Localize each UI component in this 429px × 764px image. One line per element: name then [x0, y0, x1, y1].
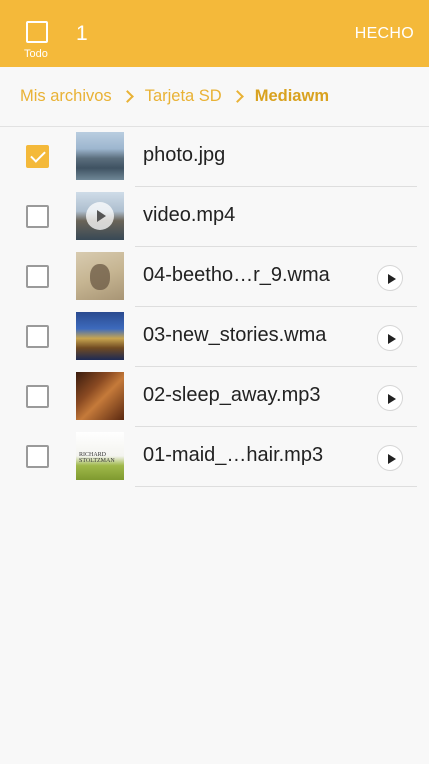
file-name: 04-beetho…r_9.wma [143, 264, 330, 286]
checkbox-icon [26, 21, 48, 43]
row-checkbox[interactable] [26, 265, 49, 288]
file-row[interactable]: 04-beetho…r_9.wma [0, 247, 429, 307]
file-list: photo.jpg video.mp4 04-beetho…r_9.wma 03… [0, 127, 429, 487]
done-button[interactable]: HECHO [355, 25, 414, 43]
select-all-label: Todo [24, 48, 48, 60]
file-row[interactable]: RICHARD STOLTZMAN 01-maid_…hair.mp3 [0, 427, 429, 487]
album-art-thumbnail [76, 372, 124, 420]
portrait-shape [90, 264, 110, 290]
play-overlay-icon [86, 202, 114, 230]
album-art-thumbnail [76, 252, 124, 300]
chevron-right-icon [120, 90, 134, 103]
file-name: 03-new_stories.wma [143, 324, 327, 346]
breadcrumb-my-files[interactable]: Mis archivos [20, 87, 112, 106]
row-checkbox[interactable] [26, 205, 49, 228]
row-divider [135, 486, 417, 487]
row-checkbox[interactable] [26, 145, 49, 168]
file-row[interactable]: 03-new_stories.wma [0, 307, 429, 367]
play-button[interactable] [377, 325, 403, 351]
file-name: video.mp4 [143, 204, 236, 226]
file-name: 02-sleep_away.mp3 [143, 384, 321, 406]
file-name: photo.jpg [143, 144, 226, 166]
file-row[interactable]: photo.jpg [0, 127, 429, 187]
breadcrumb-sd-card[interactable]: Tarjeta SD [145, 87, 222, 106]
breadcrumb-current-folder: Mediawm [254, 87, 329, 105]
album-art-text: RICHARD STOLTZMAN [79, 452, 115, 464]
file-name: 01-maid_…hair.mp3 [143, 444, 324, 466]
play-button[interactable] [377, 445, 403, 471]
video-thumbnail [76, 192, 124, 240]
selection-toolbar: Todo 1 HECHO [0, 0, 429, 67]
file-row[interactable]: 02-sleep_away.mp3 [0, 367, 429, 427]
play-button[interactable] [377, 385, 403, 411]
play-button[interactable] [377, 265, 403, 291]
selected-count: 1 [76, 22, 88, 45]
album-art-thumbnail [76, 312, 124, 360]
row-checkbox[interactable] [26, 325, 49, 348]
album-art-thumbnail: RICHARD STOLTZMAN [76, 432, 124, 480]
file-row[interactable]: video.mp4 [0, 187, 429, 247]
row-checkbox[interactable] [26, 445, 49, 468]
chevron-right-icon [230, 90, 244, 103]
photo-thumbnail [76, 132, 124, 180]
select-all-checkbox[interactable]: Todo [24, 21, 50, 61]
breadcrumb: Mis archivos Tarjeta SD Mediawm [0, 67, 429, 127]
row-checkbox[interactable] [26, 385, 49, 408]
